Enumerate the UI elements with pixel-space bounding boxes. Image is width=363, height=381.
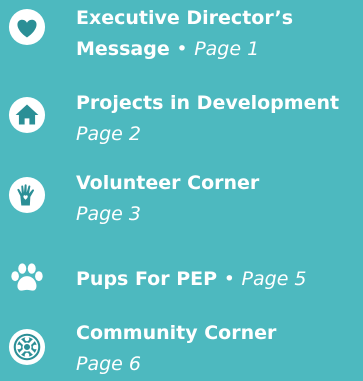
community-icon	[8, 328, 46, 366]
toc-page-number: Page 2	[76, 123, 141, 145]
paw-icon	[8, 260, 46, 298]
toc-title: Projects in Development	[76, 92, 340, 114]
toc-title: Executive Director’s	[76, 7, 294, 29]
toc-title: Community Corner	[76, 322, 277, 344]
toc-title: Volunteer Corner	[76, 172, 260, 194]
separator-bullet: •	[176, 38, 188, 60]
heart-icon	[8, 8, 46, 46]
house-icon	[8, 96, 46, 134]
toc-title-continued: Message	[76, 38, 170, 60]
toc-page-number: Page 1	[194, 38, 260, 60]
hand-heart-icon	[8, 176, 46, 214]
toc-page-number: Page 3	[76, 203, 141, 225]
toc-page-number: Page 6	[76, 353, 141, 375]
toc-title: Pups For PEP	[76, 268, 218, 290]
separator-bullet: •	[223, 268, 235, 290]
toc-page-number: Page 5	[241, 268, 307, 290]
